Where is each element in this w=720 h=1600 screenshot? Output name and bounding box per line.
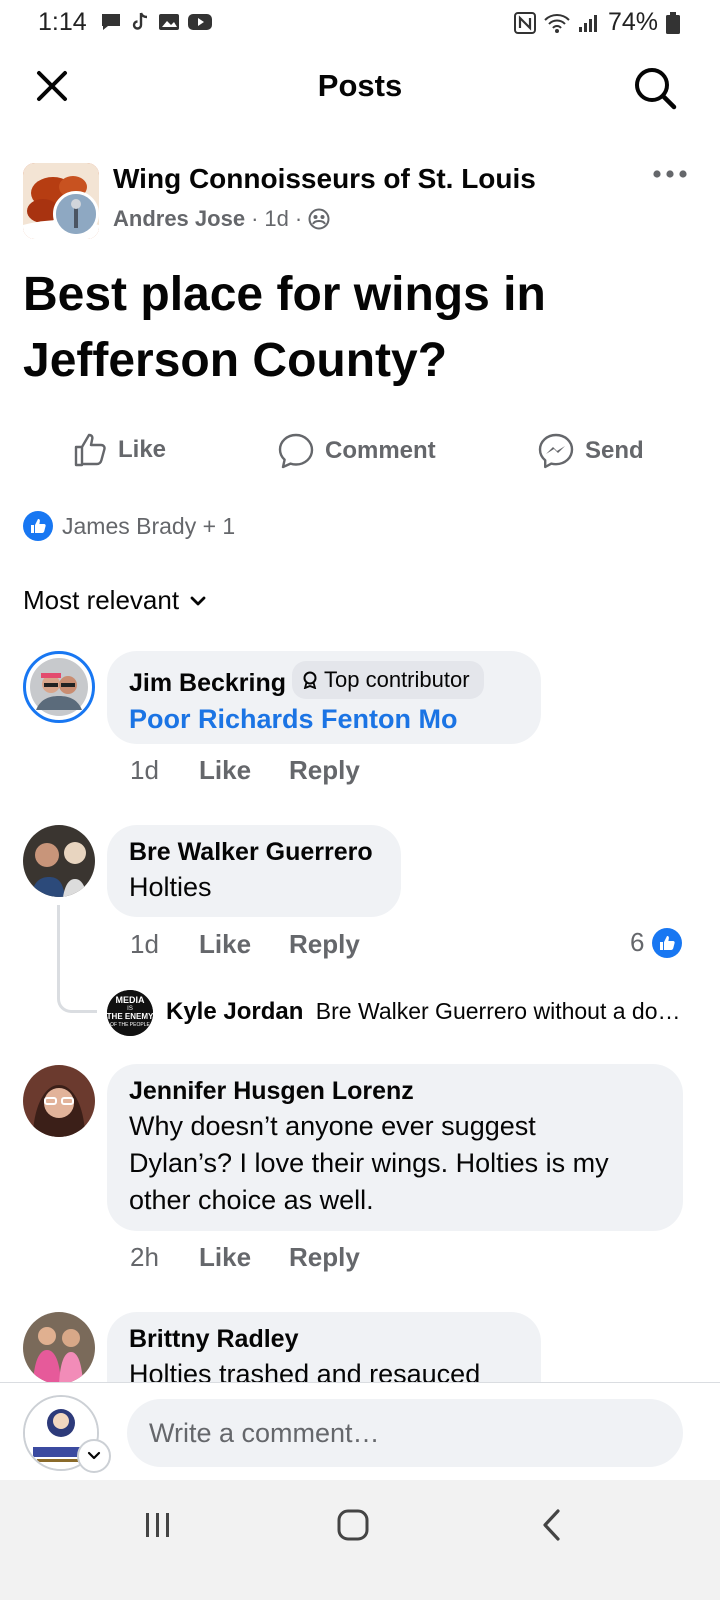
comment-author[interactable]: Bre Walker Guerrero <box>129 835 379 869</box>
send-label: Send <box>585 437 644 464</box>
sort-label: Most relevant <box>23 585 180 615</box>
comment-text-line: Dylan’s? I love their wings. Holties is … <box>129 1148 609 1178</box>
comment-author[interactable]: Brittny Radley <box>129 1322 519 1356</box>
status-time: 1:14 <box>38 8 87 36</box>
comment-sort-dropdown[interactable]: Most relevant <box>23 585 207 616</box>
reply-preview[interactable]: Kyle Jordan Bre Walker Guerrero without … <box>166 998 686 1026</box>
reply-author[interactable]: Kyle Jordan <box>166 998 303 1025</box>
chevron-down-icon <box>190 596 206 605</box>
comment-text-line: other choice as well. <box>129 1185 374 1215</box>
battery-percent: 74% <box>607 8 658 36</box>
comment-like-button[interactable]: Like <box>199 1242 251 1273</box>
comment-time: 2h <box>130 1242 159 1272</box>
commenter-avatar[interactable] <box>23 825 95 897</box>
commenter-photo <box>23 1312 95 1384</box>
reply-preview-text: Bre Walker Guerrero without a do… <box>315 998 681 1024</box>
reaction-summary[interactable]: James Brady + 1 <box>23 511 235 541</box>
comment-time: 1d <box>130 755 159 785</box>
comment-composer <box>0 1382 720 1480</box>
recent-apps-icon[interactable] <box>143 1510 173 1540</box>
post-title: Best place for wings in Jefferson County… <box>23 268 546 387</box>
post-author[interactable]: Andres Jose <box>113 206 245 232</box>
top-app-bar: Posts <box>0 44 720 134</box>
comment-icon <box>278 433 314 469</box>
battery-icon <box>666 11 680 34</box>
switch-profile-button[interactable] <box>77 1439 111 1473</box>
like-reaction-icon <box>23 511 53 541</box>
author-avatar[interactable] <box>53 191 99 237</box>
reply-avatar-text-0: MEDIA <box>116 995 146 1005</box>
commenter-photo <box>23 1065 95 1137</box>
author-photo <box>56 194 96 234</box>
message-icon <box>102 14 120 30</box>
meta-separator: · <box>251 206 259 231</box>
comment-author[interactable]: Jim Beckring Top contributor <box>129 661 519 700</box>
post-meta: Andres Jose · 1d · <box>113 206 330 232</box>
comment-bubble[interactable]: Bre Walker Guerrero Holties <box>107 825 401 917</box>
reply-thread-line <box>57 905 97 1013</box>
comment-reply-button[interactable]: Reply <box>289 1242 360 1273</box>
search-icon[interactable] <box>633 66 677 110</box>
gallery-icon <box>159 14 179 30</box>
post-action-bar: Like Comment Send <box>0 432 720 482</box>
reaction-count: 6 <box>630 927 645 957</box>
notification-icons <box>100 11 212 33</box>
commenter-photo <box>23 825 95 897</box>
comment-reply-button[interactable]: Reply <box>289 755 360 786</box>
group-name[interactable]: Wing Connoisseurs of St. Louis <box>113 163 536 195</box>
comment-author[interactable]: Jennifer Husgen Lorenz <box>129 1074 661 1108</box>
commenter-avatar[interactable] <box>23 1312 95 1384</box>
status-indicators: 74% <box>513 8 680 37</box>
tiktok-icon <box>132 12 148 30</box>
status-bar: 1:14 74% <box>0 0 720 44</box>
system-navigation-bar <box>0 1480 720 1600</box>
commenter-avatar[interactable] <box>23 1065 95 1137</box>
comment-actions: 1d Like Reply <box>130 929 398 960</box>
comment-reaction-count[interactable]: 6 <box>630 927 683 958</box>
reply-avatar[interactable]: MEDIA IS THE ENEMY OF THE PEOPLE <box>107 990 153 1036</box>
nfc-icon <box>513 11 536 34</box>
comment-label: Comment <box>325 437 436 464</box>
back-icon[interactable] <box>540 1508 564 1542</box>
chevron-down-icon <box>87 1451 101 1460</box>
group-privacy-icon <box>308 208 330 230</box>
reply-avatar-text-2: THE ENEMY <box>107 1012 153 1021</box>
comment-actions: 2h Like Reply <box>130 1242 398 1273</box>
page-title: Posts <box>317 68 403 103</box>
commenter-photo <box>30 658 88 716</box>
award-icon <box>303 671 317 689</box>
like-button[interactable]: Like <box>72 432 166 468</box>
signal-icon <box>578 14 597 32</box>
thumbs-up-icon <box>74 433 106 467</box>
meta-separator: · <box>294 206 303 231</box>
post-age: 1d <box>264 206 289 231</box>
reaction-names: James Brady + 1 <box>62 512 236 539</box>
comment-input[interactable] <box>127 1399 683 1467</box>
home-icon[interactable] <box>336 1508 370 1542</box>
comment-reply-button[interactable]: Reply <box>289 929 360 960</box>
comment-link[interactable]: Poor Richards Fenton Mo <box>129 700 519 738</box>
comment-like-button[interactable]: Like <box>199 755 251 786</box>
like-reaction-icon <box>652 927 683 958</box>
comment-time: 1d <box>130 929 159 959</box>
more-options-icon[interactable] <box>652 168 688 180</box>
comment-text: Holties <box>129 872 212 902</box>
messenger-icon <box>538 433 574 469</box>
comment-text-line: Why doesn’t anyone ever suggest <box>129 1111 536 1141</box>
comment-button[interactable]: Comment <box>277 432 436 470</box>
like-label: Like <box>118 436 167 463</box>
wifi-icon <box>544 13 570 33</box>
comment-like-button[interactable]: Like <box>199 929 251 960</box>
commenter-avatar[interactable] <box>23 651 95 723</box>
comment-actions: 1d Like Reply <box>130 755 398 786</box>
reply-avatar-graphic: MEDIA IS THE ENEMY OF THE PEOPLE <box>107 990 153 1036</box>
top-contributor-badge: Top contributor <box>292 661 484 699</box>
send-button[interactable]: Send <box>537 432 644 470</box>
reply-avatar-text-3: OF THE PEOPLE <box>110 1022 150 1028</box>
youtube-icon <box>188 14 212 30</box>
comment-bubble[interactable]: Jim Beckring Top contributor Poor Richard… <box>107 651 541 744</box>
comment-bubble[interactable]: Jennifer Husgen Lorenz Why doesn’t anyon… <box>107 1064 683 1231</box>
